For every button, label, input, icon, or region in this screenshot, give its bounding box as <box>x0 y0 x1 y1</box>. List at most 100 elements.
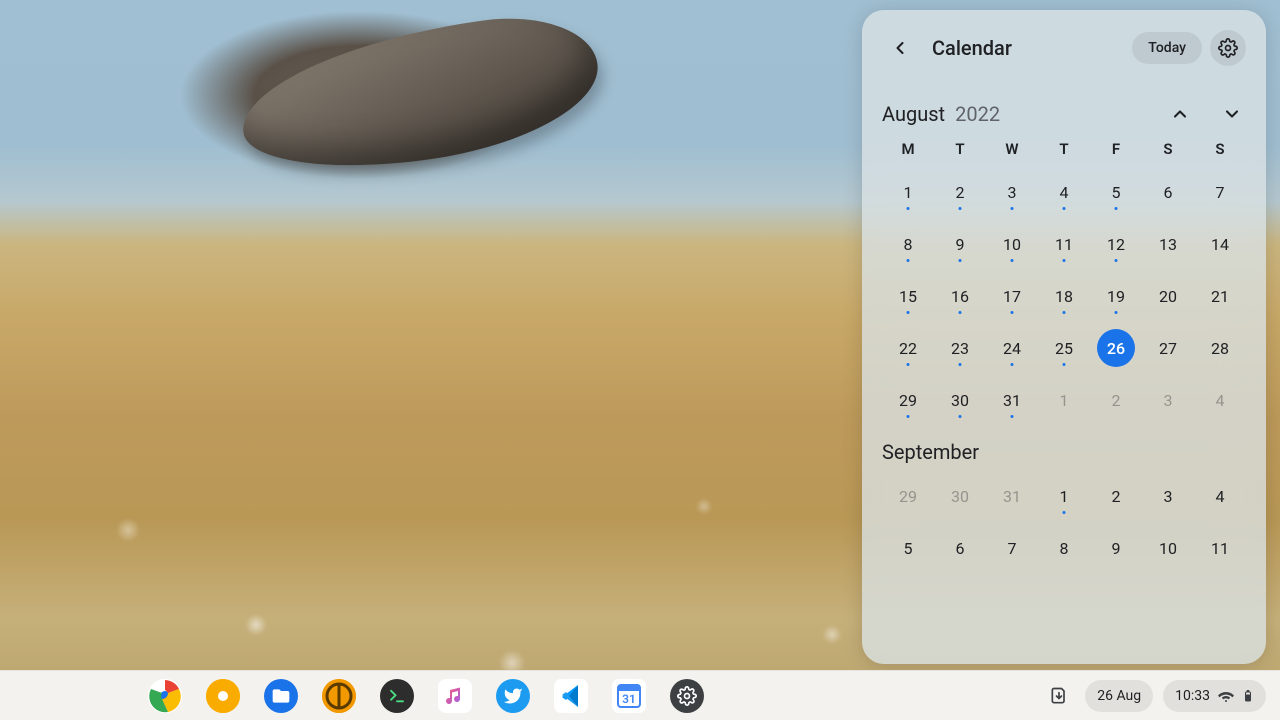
calendar-day[interactable]: 16 <box>934 270 986 322</box>
calendar-day[interactable]: 4 <box>1194 470 1246 522</box>
google-calendar-icon: 31 <box>612 679 646 713</box>
day-number: 8 <box>1060 539 1069 558</box>
calendar-day[interactable]: 23 <box>934 322 986 374</box>
calendar-day[interactable]: 3 <box>1142 470 1194 522</box>
calendar-day[interactable]: 24 <box>986 322 1038 374</box>
calendar-day[interactable]: 28 <box>1194 322 1246 374</box>
calendar-day[interactable]: 5 <box>1090 166 1142 218</box>
calendar-day[interactable]: 21 <box>1194 270 1246 322</box>
calendar-day[interactable]: 27 <box>1142 322 1194 374</box>
vscode-icon <box>554 679 588 713</box>
calendar-day[interactable]: 7 <box>1194 166 1246 218</box>
calendar-day[interactable]: 4 <box>1038 166 1090 218</box>
month-header-primary: August 2022 <box>882 100 1246 128</box>
calendar-day[interactable]: 30 <box>934 374 986 426</box>
calendar-day[interactable]: 5 <box>882 522 934 574</box>
day-number: 15 <box>899 287 917 306</box>
event-dot <box>907 207 910 210</box>
app-music[interactable] <box>438 679 472 713</box>
calendar-day[interactable]: 31 <box>986 374 1038 426</box>
prev-month-button[interactable] <box>1166 100 1194 128</box>
app-calc-app[interactable] <box>322 679 356 713</box>
back-button[interactable] <box>882 30 918 66</box>
calendar-day[interactable]: 3 <box>986 166 1038 218</box>
weekday-header: W <box>986 140 1038 158</box>
app-twitter[interactable] <box>496 679 530 713</box>
calendar-day[interactable]: 2 <box>934 166 986 218</box>
day-number: 25 <box>1055 339 1073 358</box>
calendar-day[interactable]: 2 <box>1090 470 1142 522</box>
day-number: 3 <box>1008 183 1017 202</box>
calendar-day[interactable]: 8 <box>1038 522 1090 574</box>
app-files[interactable] <box>264 679 298 713</box>
calendar-day[interactable]: 18 <box>1038 270 1090 322</box>
event-dot <box>907 311 910 314</box>
calendar-day[interactable]: 7 <box>986 522 1038 574</box>
chrome-canary-icon <box>206 679 240 713</box>
status-area-button[interactable]: 10:33 <box>1163 680 1266 712</box>
calendar-day[interactable]: 1 <box>1038 374 1090 426</box>
calendar-day[interactable]: 11 <box>1194 522 1246 574</box>
app-settings[interactable] <box>670 679 704 713</box>
calendar-day[interactable]: 3 <box>1142 374 1194 426</box>
calendar-day[interactable]: 14 <box>1194 218 1246 270</box>
today-button[interactable]: Today <box>1132 32 1202 64</box>
calendar-day[interactable]: 31 <box>986 470 1038 522</box>
next-month-button[interactable] <box>1218 100 1246 128</box>
calendar-day[interactable]: 10 <box>986 218 1038 270</box>
calendar-day[interactable]: 1 <box>1038 470 1090 522</box>
day-number: 11 <box>1211 539 1229 558</box>
calendar-day[interactable]: 17 <box>986 270 1038 322</box>
calendar-day[interactable]: 15 <box>882 270 934 322</box>
day-number: 4 <box>1216 391 1225 410</box>
calendar-day[interactable]: 8 <box>882 218 934 270</box>
event-dot <box>907 259 910 262</box>
day-number: 20 <box>1159 287 1177 306</box>
app-vscode[interactable] <box>554 679 588 713</box>
event-dot <box>907 415 910 418</box>
app-google-calendar[interactable]: 31 <box>612 679 646 713</box>
calendar-day[interactable]: 29 <box>882 374 934 426</box>
calendar-day[interactable]: 13 <box>1142 218 1194 270</box>
calendar-day[interactable]: 6 <box>1142 166 1194 218</box>
settings-button[interactable] <box>1210 30 1246 66</box>
calendar-day[interactable]: 11 <box>1038 218 1090 270</box>
calendar-day[interactable]: 1 <box>882 166 934 218</box>
calendar-day[interactable]: 10 <box>1142 522 1194 574</box>
weekday-header-row: MTWTFSS <box>882 140 1246 158</box>
calendar-day[interactable]: 2 <box>1090 374 1142 426</box>
shelf-tray: 26 Aug 10:33 <box>1043 680 1266 712</box>
app-chrome[interactable] <box>148 679 182 713</box>
chevron-down-icon <box>1222 104 1242 124</box>
calendar-day[interactable]: 9 <box>934 218 986 270</box>
weekday-header: T <box>1038 140 1090 158</box>
downloads-tray-button[interactable] <box>1043 680 1075 712</box>
calendar-day[interactable]: 29 <box>882 470 934 522</box>
calendar-day[interactable]: 12 <box>1090 218 1142 270</box>
calendar-day[interactable]: 9 <box>1090 522 1142 574</box>
calendar-day[interactable]: 19 <box>1090 270 1142 322</box>
calendar-day[interactable]: 4 <box>1194 374 1246 426</box>
day-number: 12 <box>1107 235 1125 254</box>
event-dot <box>907 363 910 366</box>
calendar-day[interactable]: 20 <box>1142 270 1194 322</box>
app-terminal[interactable] <box>380 679 414 713</box>
calendar-day[interactable]: 26 <box>1090 322 1142 374</box>
calendar-week-row: 15 16171819 20 21 <box>882 270 1246 322</box>
calendar-day[interactable]: 25 <box>1038 322 1090 374</box>
tray-date-button[interactable]: 26 Aug <box>1085 680 1153 712</box>
day-number: 4 <box>1216 487 1225 506</box>
event-dot <box>959 311 962 314</box>
calendar-day[interactable]: 30 <box>934 470 986 522</box>
calendar-day[interactable]: 6 <box>934 522 986 574</box>
day-number: 10 <box>1159 539 1177 558</box>
app-chrome-canary[interactable] <box>206 679 240 713</box>
day-number: 1 <box>904 183 913 202</box>
event-dot <box>1063 207 1066 210</box>
calendar-header: Calendar Today <box>882 24 1246 72</box>
files-icon <box>271 686 291 706</box>
calendar-day[interactable]: 22 <box>882 322 934 374</box>
event-dot <box>1115 259 1118 262</box>
day-number: 29 <box>899 487 917 506</box>
calendar-grid-secondary: 29 3031123 4 567 8 9 10 11 <box>882 470 1246 574</box>
